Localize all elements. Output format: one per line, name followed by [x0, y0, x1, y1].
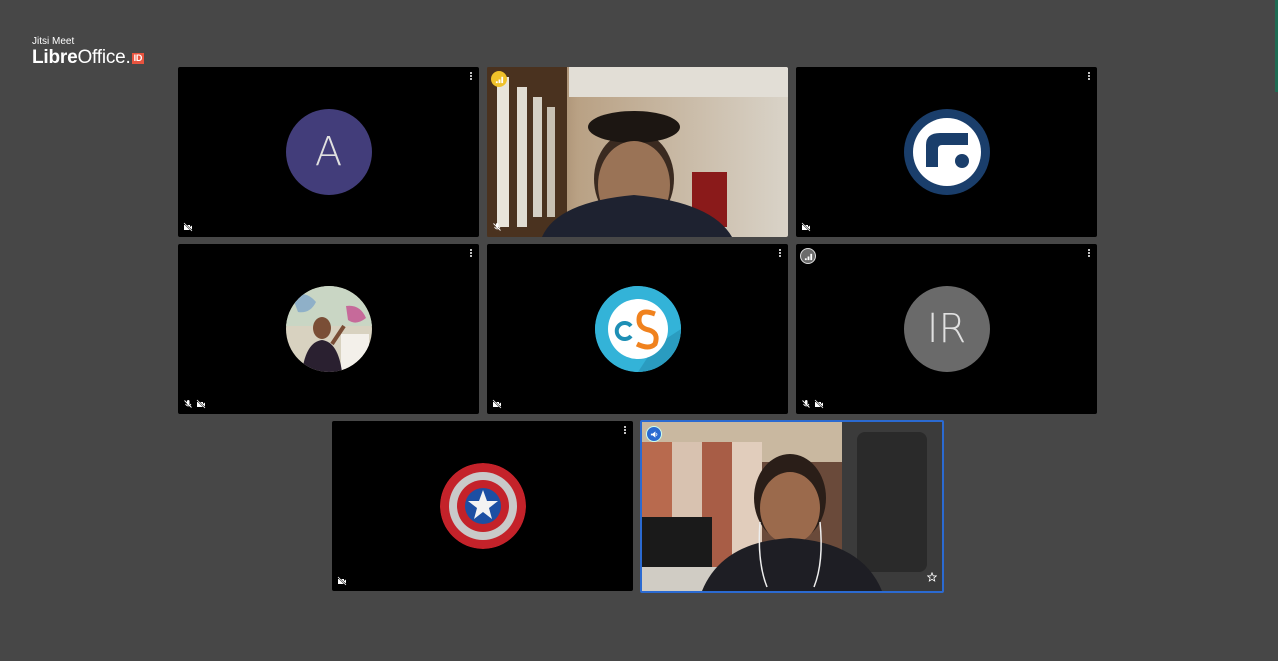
more-options-icon[interactable] [469, 72, 473, 82]
participant-tile[interactable]: A [178, 67, 479, 237]
mic-muted-icon [802, 400, 810, 408]
more-options-icon[interactable] [469, 249, 473, 259]
more-options-icon[interactable] [623, 426, 627, 436]
avatar [903, 109, 990, 195]
logo-name: LibreOffice. ID [32, 47, 145, 68]
status-indicators [183, 222, 193, 232]
more-options-icon[interactable] [1087, 72, 1091, 82]
person-photo [285, 286, 372, 372]
dominant-speaker-indicator[interactable] [646, 426, 662, 442]
logo-name-bold: Libre [32, 47, 78, 68]
status-indicators [337, 576, 347, 586]
status-indicators [492, 399, 502, 409]
logo-name-regular: Office. [77, 47, 131, 68]
avatar [594, 286, 681, 372]
video-muted-icon [337, 576, 347, 586]
video-muted-icon [801, 222, 811, 232]
status-indicators [801, 399, 824, 409]
avatar [439, 463, 526, 549]
star-icon [926, 571, 938, 582]
avatar [285, 286, 372, 372]
participant-video [642, 422, 942, 591]
signal-bars-icon [495, 76, 503, 83]
participant-video [487, 67, 788, 237]
logo-badge: ID [131, 53, 145, 64]
status-indicators [183, 399, 206, 409]
libreoffice-id-logo [912, 118, 981, 186]
participant-tile[interactable] [796, 67, 1097, 237]
video-muted-icon [814, 399, 824, 409]
connection-indicator[interactable] [800, 248, 816, 264]
mic-muted-icon [184, 400, 192, 408]
signal-bars-icon [804, 253, 812, 260]
avatar: IR [903, 286, 990, 372]
moderator-star [926, 569, 938, 587]
participant-tile[interactable] [487, 244, 788, 414]
participant-tile[interactable] [487, 67, 788, 237]
participant-tile-active-speaker[interactable] [640, 420, 944, 593]
video-muted-icon [196, 399, 206, 409]
avatar-initials: IR [926, 306, 967, 352]
video-muted-icon [492, 399, 502, 409]
cs-logo [594, 286, 681, 372]
avatar-initials: A [314, 129, 343, 175]
participant-tile[interactable] [178, 244, 479, 414]
connection-indicator[interactable] [491, 71, 507, 87]
video-muted-icon [183, 222, 193, 232]
participant-tile[interactable]: IR [796, 244, 1097, 414]
speaker-icon [650, 430, 657, 438]
mic-muted-icon [493, 223, 501, 231]
status-indicators [492, 222, 502, 232]
captain-america-shield [439, 463, 526, 549]
jitsi-libreoffice-logo[interactable]: Jitsi Meet LibreOffice. ID [32, 36, 145, 68]
more-options-icon[interactable] [1087, 249, 1091, 259]
participant-tile[interactable] [332, 421, 633, 591]
status-indicators [801, 222, 811, 232]
avatar: A [285, 109, 372, 195]
more-options-icon[interactable] [778, 249, 782, 259]
